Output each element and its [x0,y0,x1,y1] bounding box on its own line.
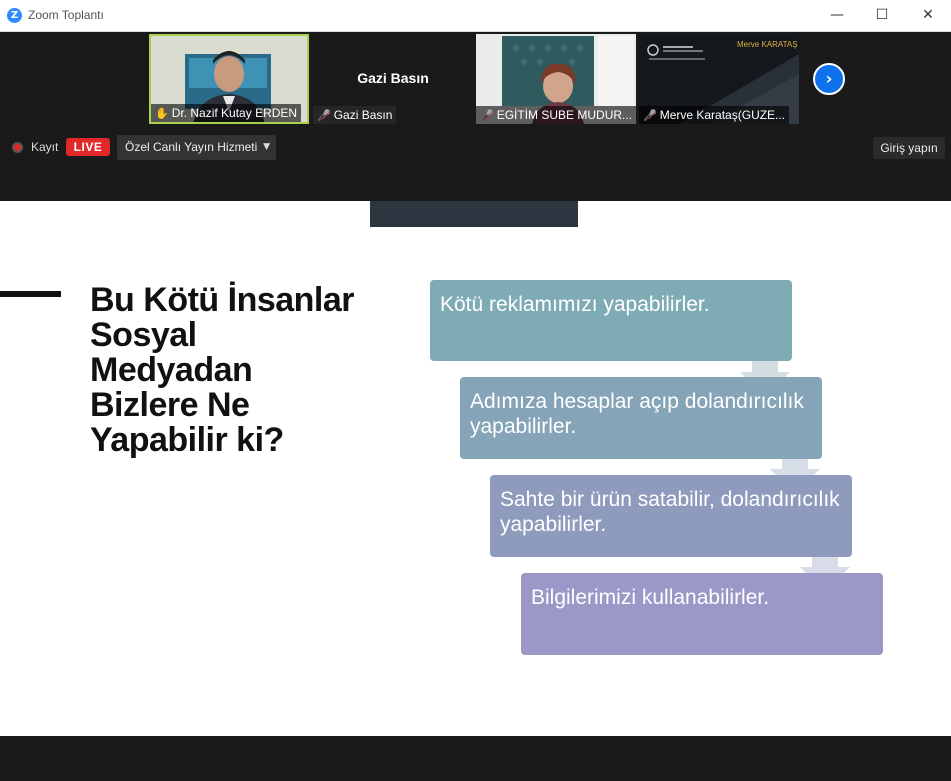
step-box-3: Sahte bir ürün satabilir, dolandırıcılık… [490,475,852,557]
chevron-down-icon: ▼ [263,142,270,152]
live-badge[interactable]: LIVE [66,138,110,156]
step-text: Kötü reklamımızı yapabilirler. [440,293,710,316]
slide-title-line: Yapabilir ki? [90,421,284,459]
stream-service-label: Özel Canlı Yayın Hizmeti [125,140,258,154]
bottom-bar [0,736,951,781]
stream-service-select[interactable]: Özel Canlı Yayın Hizmeti ▼ [117,135,276,160]
muted-mic-icon: 🎤̸ [643,109,657,122]
close-button[interactable]: ✕ [906,0,950,31]
participant-center-name-2: Gazi Basın [357,70,429,86]
participant-name-4: 🎤̸ Merve Karataş(GUZE... [639,106,790,124]
step-text: Bilgilerimizi kullanabilirler. [531,586,770,609]
step-box-1: Kötü reklamımızı yapabilirler. [430,280,792,361]
participant-name-2: 🎤̸ Gazi Basın [313,106,397,124]
slide-title-line: Medyadan [90,351,253,389]
maximize-button[interactable]: ☐ [860,0,904,31]
next-page-button[interactable]: › [813,63,845,95]
slide-decor-bar [370,201,578,227]
participant-tile-4[interactable]: Merve KARATAŞ 🎤̸ Merve Karataş(GUZE... [639,34,799,124]
window-title: Zoom Toplantı [28,8,104,22]
participant-name-1: ✋ Dr. Nazif Kutay ERDEN [151,104,302,122]
participant-tile-1[interactable]: ✋ Dr. Nazif Kutay ERDEN [149,34,309,124]
slide-title-line: Bu Kötü İnsanlar [90,281,355,319]
record-icon[interactable] [12,142,23,153]
step-box-4: Bilgilerimizi kullanabilirler. [521,573,883,655]
shared-slide: Bu Kötü İnsanlar Sosyal Medyadan Bizlere… [0,201,951,736]
step-text: Sahte bir ürün satabilir, dolandırıcılık… [500,488,840,536]
participant-name-3: 🎤̸ EGİTİM SUBE MUDUR... [476,106,636,124]
signin-button[interactable]: Giriş yapın [873,137,945,159]
window-titlebar: Z Zoom Toplantı — ☐ ✕ [0,0,951,32]
participant-strip: ✋ Dr. Nazif Kutay ERDEN Gazi Basın 🎤̸ Gazi… [0,32,951,201]
muted-mic-icon: 🎤̸ [317,109,331,122]
slide-title-line: Bizlere Ne [90,386,250,424]
minimize-button[interactable]: — [815,0,859,31]
pin-icon: ✋ [155,107,169,120]
zoom-logo-icon: Z [7,8,22,23]
step-box-2: Adımıza hesaplar açıp dolandırıcılık yap… [460,377,822,459]
slide-title: Bu Kötü İnsanlar Sosyal Medyadan Bizlere… [90,283,380,458]
participant-tile-2[interactable]: Gazi Basın 🎤̸ Gazi Basın [313,34,473,124]
step-text: Adımıza hesaplar açıp dolandırıcılık yap… [470,390,804,438]
record-label[interactable]: Kayıt [31,140,58,154]
slide-rule [0,291,61,297]
participant-tile-3[interactable]: 🎤̸ EGİTİM SUBE MUDUR... [476,34,636,124]
slide-title-line: Sosyal [90,316,197,354]
tile-overlay-name-4: Merve KARATAŞ [737,40,798,49]
muted-mic-icon: 🎤̸ [480,109,494,122]
